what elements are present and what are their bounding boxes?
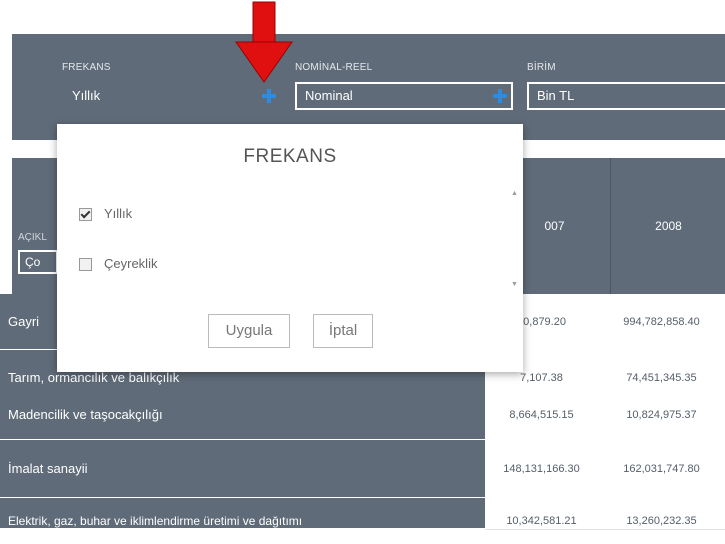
option-ceyreklik[interactable]: Çeyreklik: [79, 256, 158, 272]
birim-value: Bin TL: [537, 88, 575, 103]
table-row: Madencilik ve taşocakçılığı 8,664,515.15…: [0, 390, 725, 441]
cancel-button[interactable]: İptal: [313, 314, 373, 348]
table-row: Elektrik, gaz, buhar ve iklimlendirme ür…: [0, 498, 725, 530]
row-value: 162,031,747.80: [598, 440, 725, 499]
birim-select[interactable]: Bin TL: [527, 82, 725, 110]
checkbox-icon[interactable]: [79, 258, 92, 272]
row-label: Elektrik, gaz, buhar ve iklimlendirme ür…: [0, 498, 485, 529]
scroll-up-icon[interactable]: ▲: [511, 190, 518, 197]
aciklama-label: AÇIKL: [18, 232, 47, 243]
option-label: Çeyreklik: [104, 256, 158, 271]
frekans-popup: FREKANS Yıllık Çeyreklik ▲ ▼ Uygula İpta…: [57, 124, 523, 372]
row-label: İmalat sanayii: [0, 440, 485, 498]
plus-icon[interactable]: [262, 89, 276, 103]
frekans-label: FREKANS: [62, 62, 111, 73]
nominal-reel-value: Nominal: [305, 88, 353, 103]
birim-label: BİRİM: [527, 62, 556, 73]
row-value: 8,664,515.15: [485, 390, 598, 441]
row-value: 148,131,166.30: [485, 440, 598, 499]
checkbox-checked-icon[interactable]: [79, 208, 92, 222]
frekans-select[interactable]: Yıllık: [62, 82, 282, 110]
nominal-reel-select[interactable]: Nominal: [295, 82, 513, 110]
option-yillik[interactable]: Yıllık: [79, 206, 133, 222]
frekans-value: Yıllık: [72, 88, 101, 103]
row-label: Madencilik ve taşocakçılığı: [0, 390, 485, 440]
apply-button[interactable]: Uygula: [208, 314, 290, 348]
page-top-area: [0, 0, 725, 34]
option-label: Yıllık: [104, 206, 133, 221]
popup-title: FREKANS: [243, 146, 337, 167]
scroll-down-icon[interactable]: ▼: [511, 281, 518, 288]
row-value: 10,342,581.21: [485, 498, 598, 530]
nominal-reel-label: NOMİNAL-REEL: [295, 62, 373, 73]
row-value: 10,824,975.37: [598, 390, 725, 441]
row-value: 13,260,232.35: [598, 498, 725, 530]
plus-icon[interactable]: [493, 89, 507, 103]
aciklama-select[interactable]: Ço: [18, 250, 58, 274]
year-header-2008[interactable]: 2008: [610, 158, 725, 294]
table-row: İmalat sanayii 148,131,166.30 162,031,74…: [0, 440, 725, 499]
down-arrow-annotation-icon: [235, 1, 293, 83]
row-value: 994,782,858.40: [598, 294, 725, 351]
scrollbar[interactable]: ▲ ▼: [509, 190, 518, 288]
